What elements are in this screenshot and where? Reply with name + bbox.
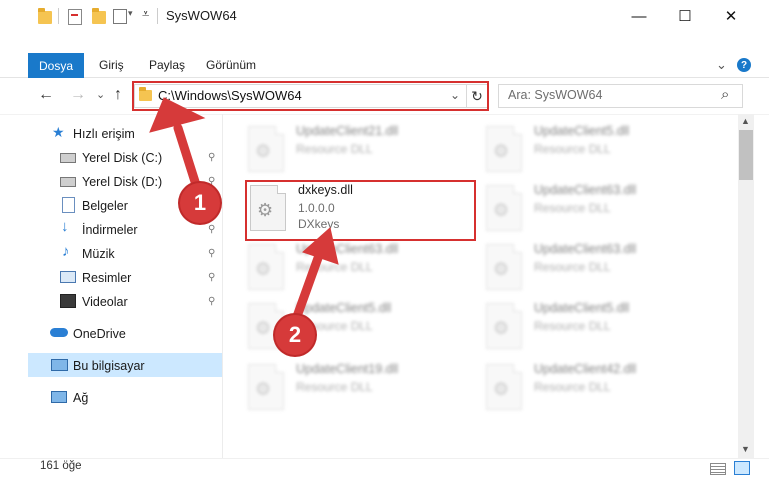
callout-arrows: [149, 97, 339, 327]
callout-badge-1: 1: [180, 183, 220, 223]
callout-badge-2: 2: [275, 315, 315, 355]
callout-arrow-2-shaft: [290, 253, 323, 327]
callout-arrow-1-shaft: [173, 123, 202, 193]
